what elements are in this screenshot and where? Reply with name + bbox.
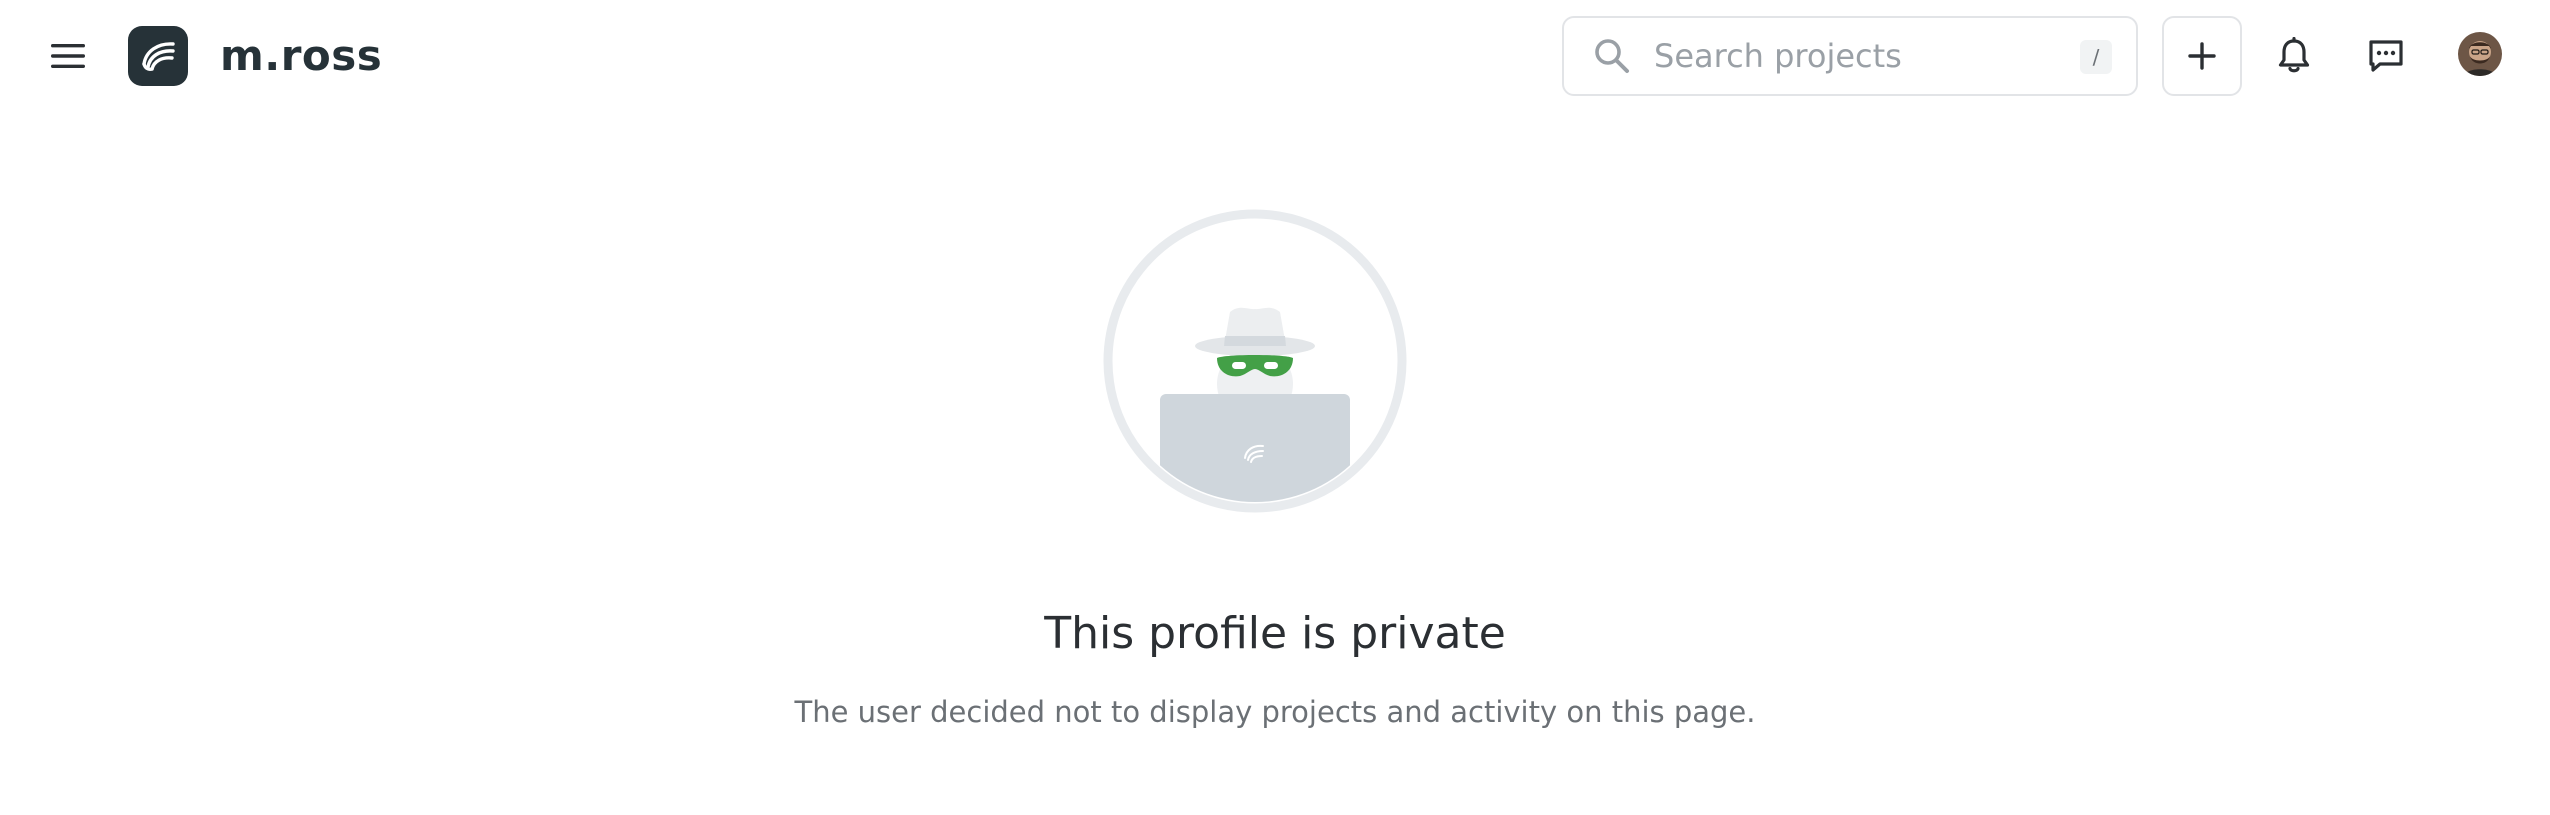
menu-button[interactable]: [40, 28, 96, 84]
private-profile-title: This profile is private: [1044, 608, 1506, 659]
chat-icon: [2369, 40, 2403, 72]
private-profile-illustration: [1100, 206, 1410, 516]
hamburger-menu-icon: [51, 44, 85, 68]
top-bar: m.ross /: [0, 0, 2550, 112]
user-avatar[interactable]: [2458, 32, 2502, 76]
profile-username: m.ross: [220, 31, 383, 80]
bell-icon: [2278, 37, 2310, 73]
brand-logo[interactable]: [128, 26, 188, 86]
search-input[interactable]: [1652, 36, 2056, 76]
search-box[interactable]: /: [1562, 16, 2138, 96]
private-profile-description: The user decided not to display projects…: [794, 695, 1756, 729]
plus-icon: [2188, 42, 2216, 70]
notifications-button[interactable]: [2262, 24, 2326, 88]
messages-button[interactable]: [2354, 24, 2418, 88]
search-shortcut-hint: /: [2080, 40, 2112, 74]
search-icon: [1592, 36, 1632, 76]
avatar-icon: [2458, 32, 2502, 76]
brand-logo-icon: [142, 42, 175, 71]
add-project-button[interactable]: [2162, 16, 2242, 96]
spy-illustration-icon: [1103, 209, 1407, 513]
